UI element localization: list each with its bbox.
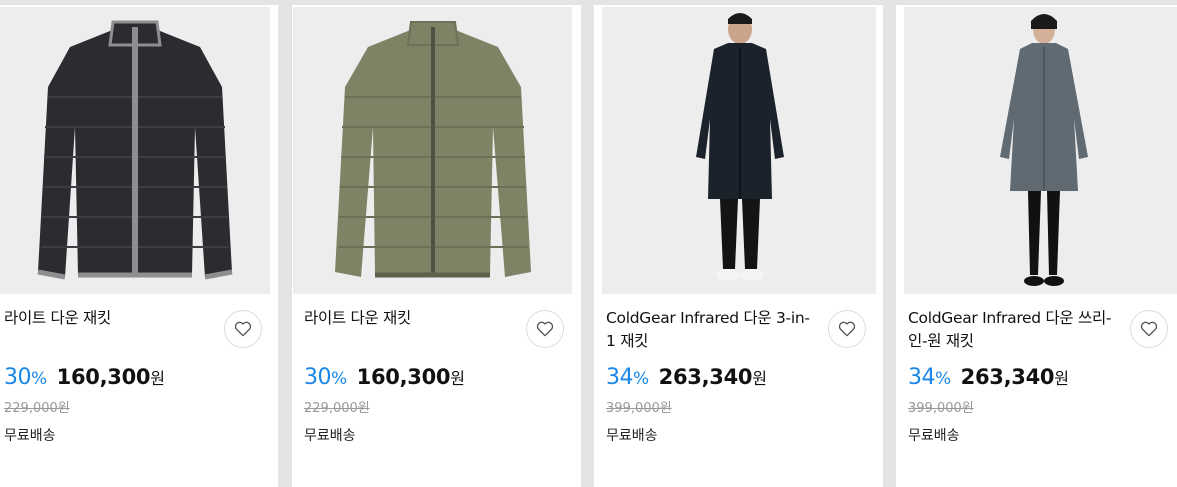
discount-rate: 30%	[304, 365, 347, 390]
product-image[interactable]	[0, 7, 270, 294]
discount-rate: 34%	[606, 365, 649, 390]
product-card[interactable]: ColdGear Infrared 다운 3-in-1 재킷 34% 263,34…	[594, 5, 883, 487]
currency-label: 원	[1054, 369, 1069, 388]
product-image[interactable]	[904, 7, 1177, 294]
discount-rate: 34%	[908, 365, 951, 390]
product-image[interactable]	[293, 7, 572, 294]
original-price: 399,000원	[606, 401, 672, 416]
jacket-illustration	[0, 7, 270, 294]
product-name[interactable]: 라이트 다운 재킷	[304, 307, 514, 330]
sale-price: 160,300	[356, 365, 451, 389]
shipping-label: 무료배송	[908, 428, 960, 444]
product-name[interactable]: ColdGear Infrared 다운 3-in-1 재킷	[606, 307, 816, 353]
product-card[interactable]: 라이트 다운 재킷 30% 160,300원 229,000원 무료배송	[292, 5, 581, 487]
currency-label: 원	[752, 369, 767, 388]
product-card[interactable]: ColdGear Infrared 다운 쓰리-인-원 재킷 34% 263,34…	[896, 5, 1177, 487]
currency-label: 원	[150, 369, 165, 388]
original-price: 229,000원	[4, 401, 70, 416]
currency-label: 원	[450, 369, 465, 388]
price-row: 34% 263,340원	[606, 365, 767, 390]
price-row: 34% 263,340원	[908, 365, 1069, 390]
product-card[interactable]: 라이트 다운 재킷 30% 160,300원 229,000원 무료배송	[0, 5, 278, 487]
price-row: 30% 160,300원	[4, 365, 165, 390]
heart-icon	[234, 321, 252, 337]
product-image[interactable]	[602, 7, 876, 294]
jacket-illustration	[293, 7, 572, 294]
wishlist-button[interactable]	[526, 310, 564, 348]
shipping-label: 무료배송	[4, 428, 56, 444]
original-price: 399,000원	[908, 401, 974, 416]
heart-icon	[1140, 321, 1158, 337]
shipping-label: 무료배송	[606, 428, 658, 444]
wishlist-button[interactable]	[1130, 310, 1168, 348]
product-name[interactable]: 라이트 다운 재킷	[4, 307, 214, 330]
model-illustration	[602, 7, 876, 294]
wishlist-button[interactable]	[828, 310, 866, 348]
original-price: 229,000원	[304, 401, 370, 416]
product-name[interactable]: ColdGear Infrared 다운 쓰리-인-원 재킷	[908, 307, 1118, 353]
discount-rate: 30%	[4, 365, 47, 390]
price-row: 30% 160,300원	[304, 365, 465, 390]
wishlist-button[interactable]	[224, 310, 262, 348]
sale-price: 263,340	[960, 365, 1055, 389]
model-illustration	[904, 7, 1177, 294]
sale-price: 160,300	[56, 365, 151, 389]
shipping-label: 무료배송	[304, 428, 356, 444]
heart-icon	[536, 321, 554, 337]
sale-price: 263,340	[658, 365, 753, 389]
heart-icon	[838, 321, 856, 337]
